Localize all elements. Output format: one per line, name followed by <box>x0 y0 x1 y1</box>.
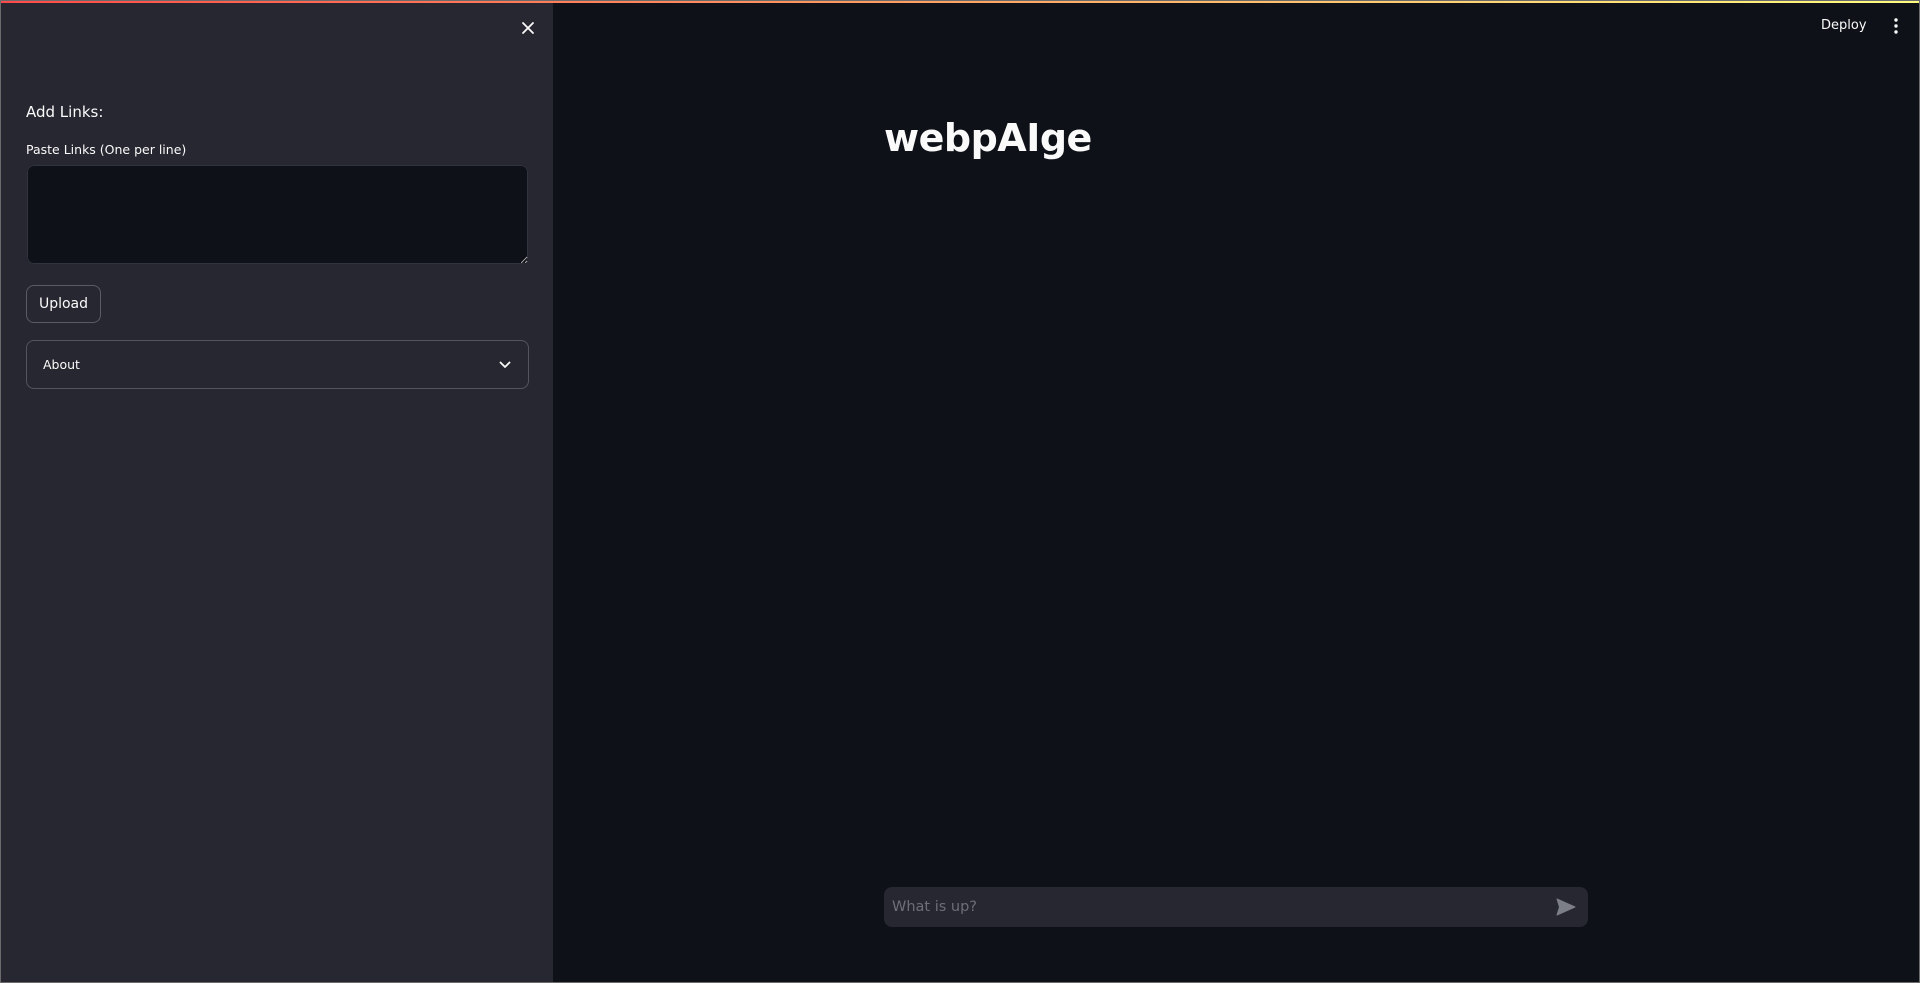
vertical-dots-icon <box>1894 18 1898 34</box>
upload-button[interactable]: Upload <box>26 285 101 323</box>
close-sidebar-button[interactable] <box>517 17 539 39</box>
send-icon <box>1556 898 1576 916</box>
send-button[interactable] <box>1554 895 1578 919</box>
main-menu-button[interactable] <box>1887 15 1905 37</box>
chat-input-bar <box>884 887 1588 927</box>
app-window: Add Links: Paste Links (One per line) Up… <box>0 0 1920 983</box>
sidebar: Add Links: Paste Links (One per line) Up… <box>1 1 553 982</box>
sidebar-content: Add Links: Paste Links (One per line) Up… <box>26 100 529 389</box>
links-field-label: Paste Links (One per line) <box>26 142 187 157</box>
chevron-down-icon <box>498 358 512 372</box>
links-textarea[interactable] <box>26 164 529 265</box>
close-icon <box>522 22 534 34</box>
header-decoration <box>1 1 1919 3</box>
deploy-button[interactable]: Deploy <box>1821 15 1867 37</box>
about-expander-label: About <box>43 357 80 372</box>
page-title: webpAIge <box>884 116 1092 160</box>
chat-input[interactable] <box>892 899 1554 915</box>
section-heading: Add Links: <box>26 103 104 121</box>
about-expander[interactable]: About <box>26 340 529 389</box>
